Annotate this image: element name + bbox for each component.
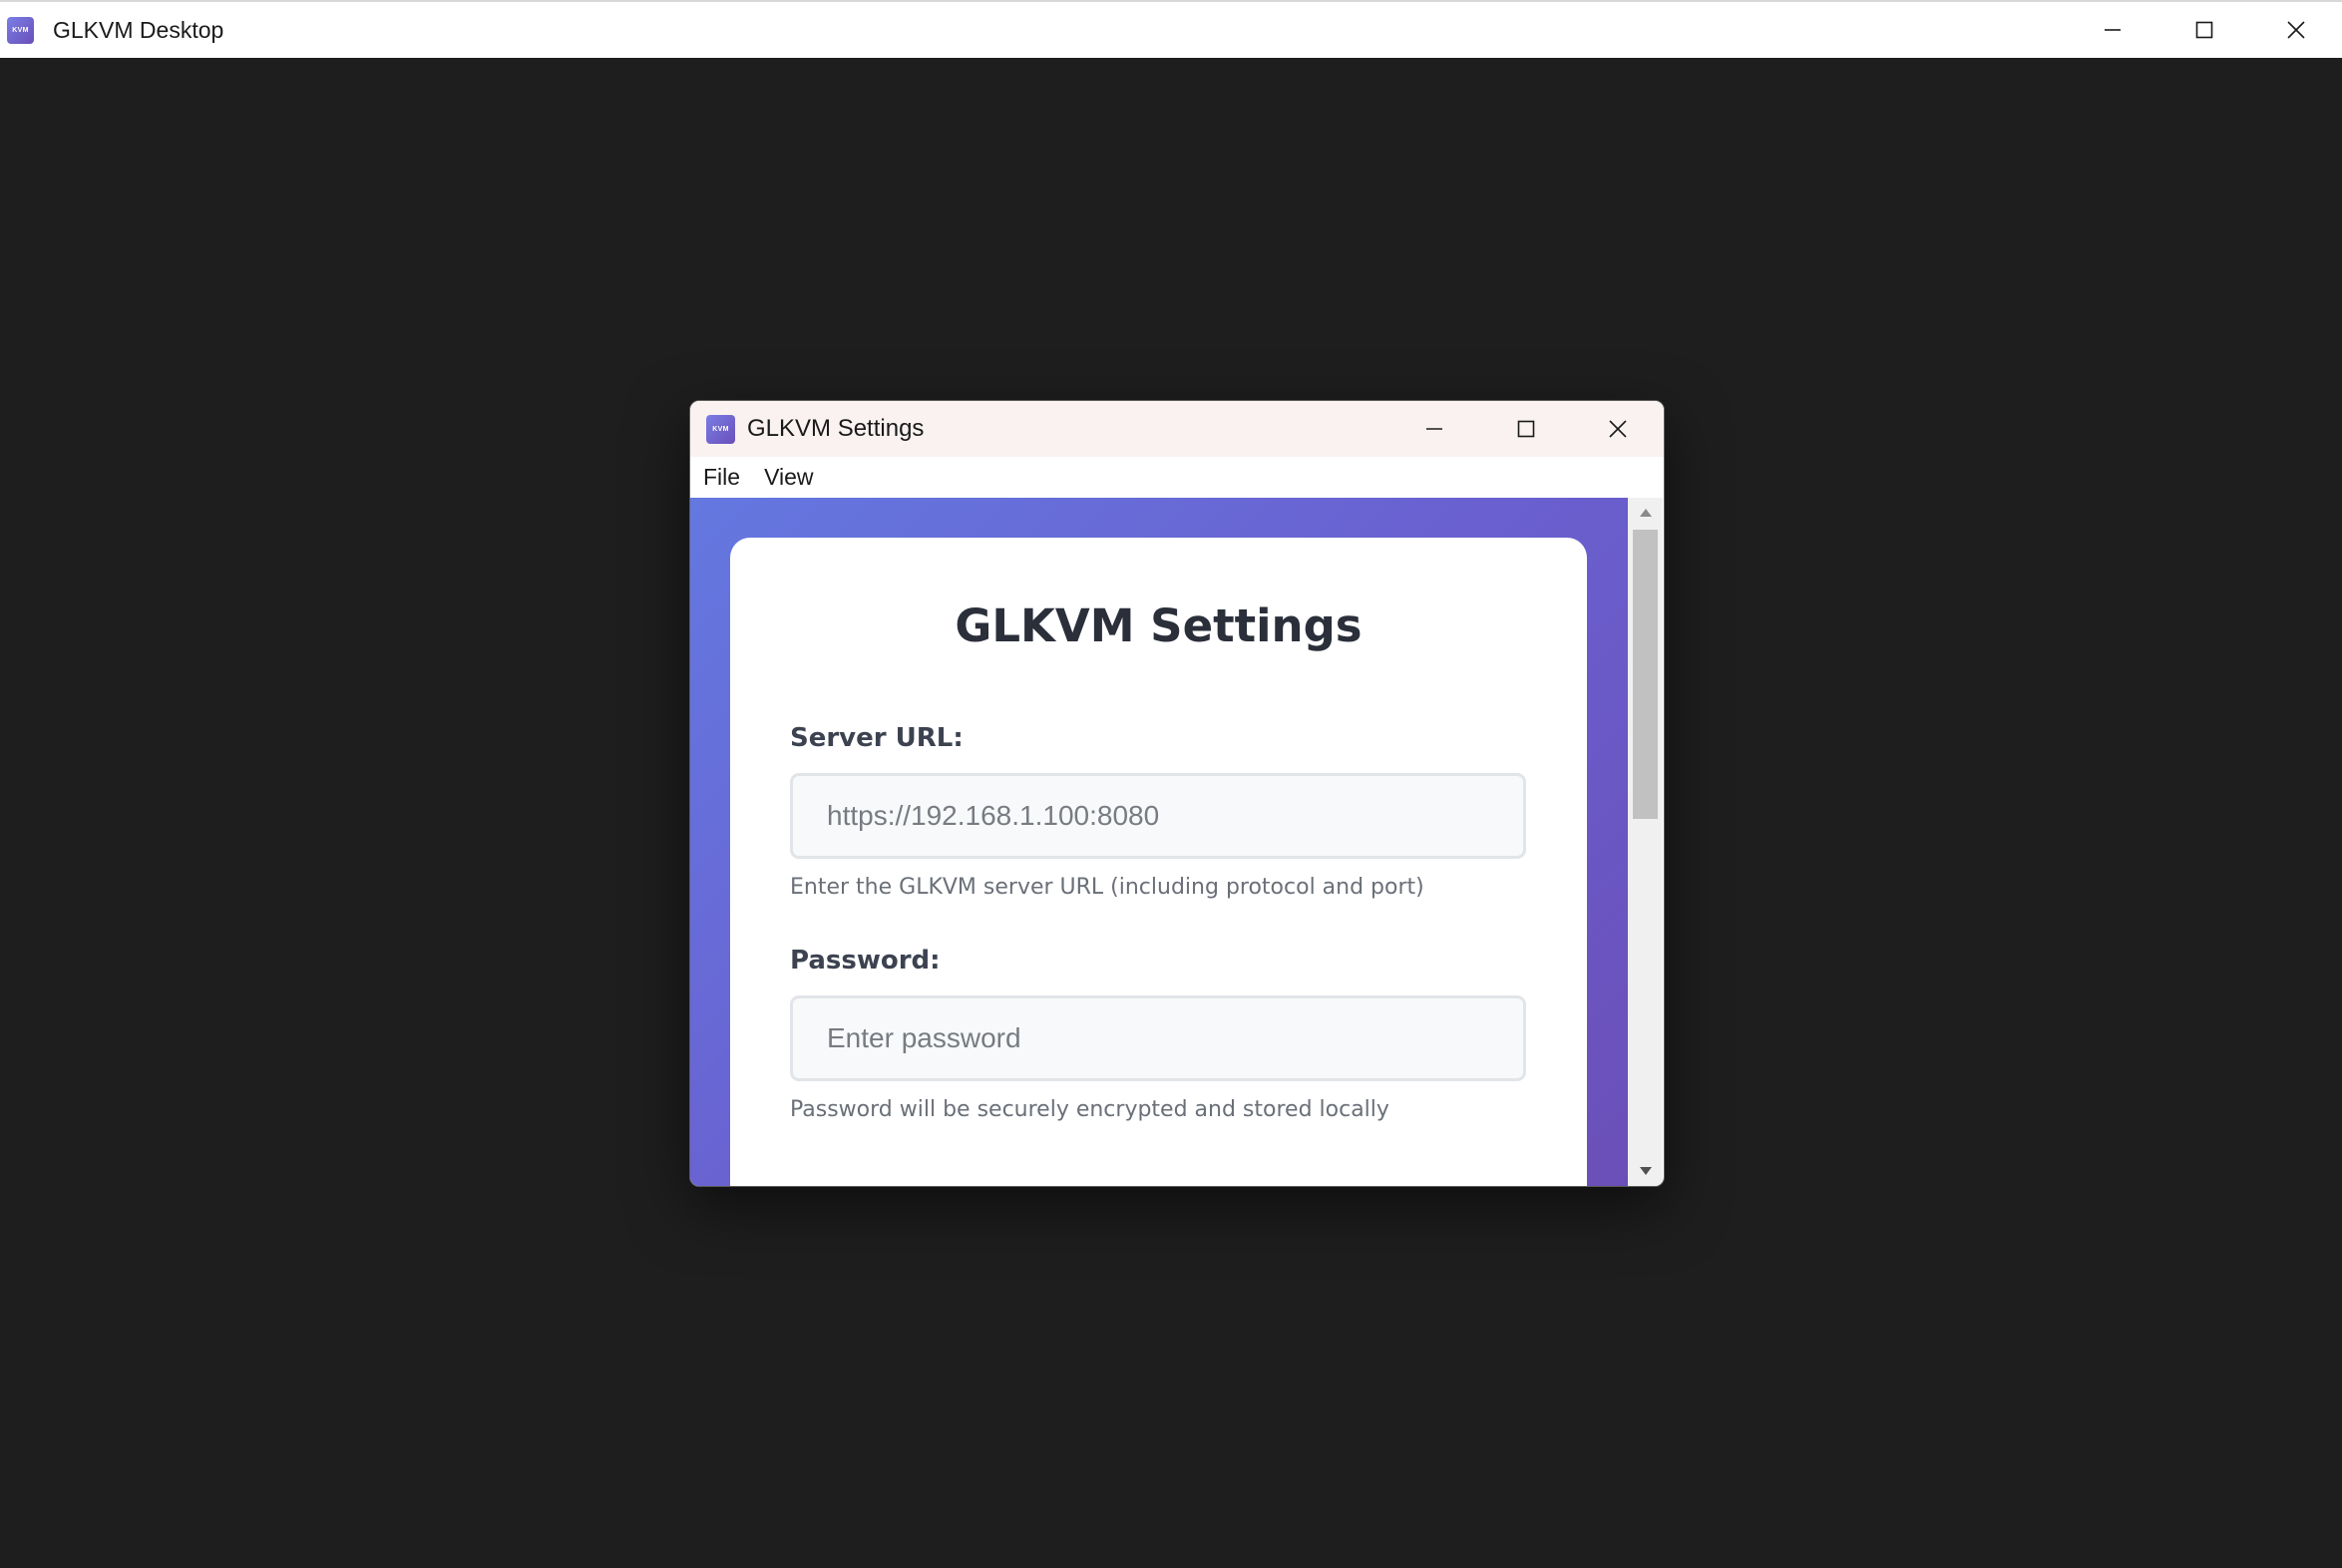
settings-dialog-title: GLKVM Settings bbox=[747, 415, 925, 442]
server-url-input[interactable] bbox=[790, 773, 1526, 859]
password-label: Password: bbox=[790, 946, 941, 976]
dialog-close-button[interactable] bbox=[1572, 401, 1664, 457]
dialog-logo-icon: KVM bbox=[706, 414, 735, 444]
close-icon bbox=[1609, 420, 1627, 438]
settings-content-area: GLKVM Settings Server URL: Enter the GLK… bbox=[690, 498, 1628, 1186]
close-icon bbox=[2287, 21, 2305, 39]
maximize-icon bbox=[2195, 21, 2213, 39]
scroll-up-button[interactable] bbox=[1628, 498, 1663, 528]
dialog-minimize-button[interactable] bbox=[1388, 401, 1480, 457]
triangle-up-icon bbox=[1639, 509, 1652, 517]
triangle-down-icon bbox=[1639, 1167, 1652, 1175]
settings-heading: GLKVM Settings bbox=[955, 599, 1363, 652]
settings-card: GLKVM Settings Server URL: Enter the GLK… bbox=[730, 538, 1587, 1186]
minimize-icon bbox=[1426, 428, 1442, 430]
dialog-window-controls bbox=[1388, 401, 1664, 457]
minimize-icon bbox=[2105, 29, 2121, 31]
app-logo-icon: KVM bbox=[7, 16, 34, 44]
main-window-controls bbox=[2067, 2, 2342, 58]
settings-dialog-titlebar[interactable]: KVM GLKVM Settings bbox=[690, 401, 1664, 457]
menu-view[interactable]: View bbox=[752, 464, 825, 491]
main-window-title: GLKVM Desktop bbox=[53, 16, 224, 43]
settings-dialog: KVM GLKVM Settings File View GLKVM Setti… bbox=[689, 400, 1665, 1187]
main-window-titlebar[interactable]: KVM GLKVM Desktop bbox=[0, 0, 2342, 58]
scroll-down-button[interactable] bbox=[1628, 1156, 1663, 1186]
scroll-thumb[interactable] bbox=[1633, 530, 1658, 819]
password-input[interactable] bbox=[790, 995, 1526, 1081]
menu-file[interactable]: File bbox=[691, 464, 752, 491]
dialog-maximize-button[interactable] bbox=[1480, 401, 1572, 457]
server-url-label: Server URL: bbox=[790, 723, 964, 753]
main-close-button[interactable] bbox=[2250, 2, 2342, 58]
menu-bar: File View bbox=[690, 457, 1664, 498]
main-maximize-button[interactable] bbox=[2158, 2, 2250, 58]
maximize-icon bbox=[1517, 420, 1535, 438]
main-minimize-button[interactable] bbox=[2067, 2, 2158, 58]
password-hint: Password will be securely encrypted and … bbox=[790, 1097, 1389, 1122]
server-url-hint: Enter the GLKVM server URL (including pr… bbox=[790, 875, 1424, 900]
vertical-scrollbar[interactable] bbox=[1628, 498, 1663, 1186]
